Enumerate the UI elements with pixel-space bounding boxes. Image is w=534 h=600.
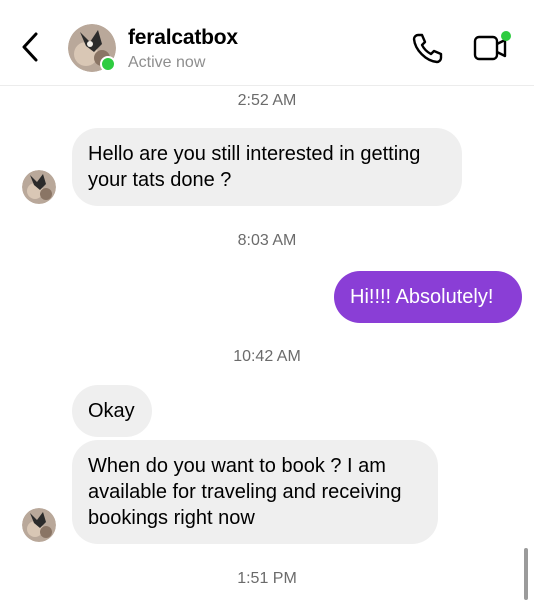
message-timestamp: 8:03 AM <box>237 232 297 249</box>
message-timestamp: 1:51 PM <box>237 570 297 587</box>
phone-icon <box>412 33 443 64</box>
video-camera-icon <box>473 31 511 61</box>
chevron-left-icon <box>22 32 38 62</box>
chat-header: feralcatbox Active now <box>0 0 534 86</box>
sender-avatar[interactable] <box>22 170 56 204</box>
back-button[interactable] <box>16 30 46 64</box>
incoming-message-bubble[interactable]: Hello are you still interested in gettin… <box>72 128 462 206</box>
incoming-message-bubble[interactable]: Okay <box>72 385 152 437</box>
chat-username[interactable]: feralcatbox <box>128 26 238 50</box>
outgoing-message-bubble[interactable]: Hi!!!! Absolutely! <box>334 271 522 323</box>
active-status: Active now <box>128 54 206 71</box>
scrollbar[interactable] <box>524 548 528 600</box>
video-call-button[interactable] <box>470 28 514 66</box>
call-button[interactable] <box>410 30 446 66</box>
message-timestamp: 2:52 AM <box>237 92 297 109</box>
message-timestamp: 10:42 AM <box>233 348 301 365</box>
sender-avatar[interactable] <box>22 508 56 542</box>
online-status-dot <box>100 56 116 72</box>
incoming-message-bubble[interactable]: When do you want to book ? I am availabl… <box>72 440 438 544</box>
